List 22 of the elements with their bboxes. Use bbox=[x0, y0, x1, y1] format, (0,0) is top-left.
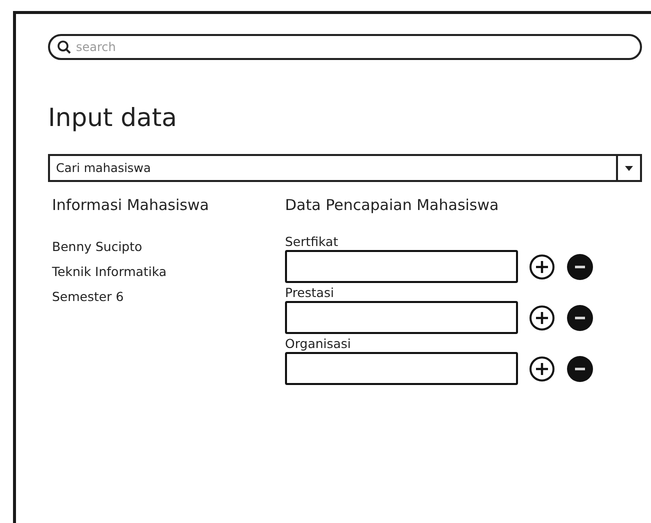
remove-button[interactable] bbox=[566, 252, 594, 280]
field-label: Prestasi bbox=[285, 285, 335, 301]
student-detail: Teknik Informatika bbox=[52, 263, 168, 281]
search-icon bbox=[57, 40, 71, 54]
input-field[interactable] bbox=[285, 301, 518, 334]
input-field[interactable] bbox=[285, 352, 518, 385]
input-field[interactable] bbox=[285, 250, 518, 283]
field-label: Sertfikat bbox=[285, 234, 340, 250]
add-button[interactable] bbox=[528, 354, 556, 382]
student-detail: Benny Sucipto bbox=[52, 238, 144, 256]
field-label: Organisasi bbox=[285, 336, 352, 352]
section-heading: Data Pencapaian Mahasiswa bbox=[285, 196, 500, 214]
caret-icon bbox=[625, 166, 633, 170]
student-dropdown[interactable]: Cari mahasiswa bbox=[48, 154, 642, 182]
page-title: Input data bbox=[48, 102, 178, 134]
search-field[interactable]: search bbox=[48, 34, 642, 60]
remove-button[interactable] bbox=[566, 354, 594, 382]
section-heading: Informasi Mahasiswa bbox=[52, 196, 210, 214]
add-button[interactable] bbox=[528, 304, 556, 332]
student-detail: Semester 6 bbox=[52, 288, 125, 306]
add-button[interactable] bbox=[528, 252, 556, 280]
remove-button[interactable] bbox=[566, 304, 594, 332]
